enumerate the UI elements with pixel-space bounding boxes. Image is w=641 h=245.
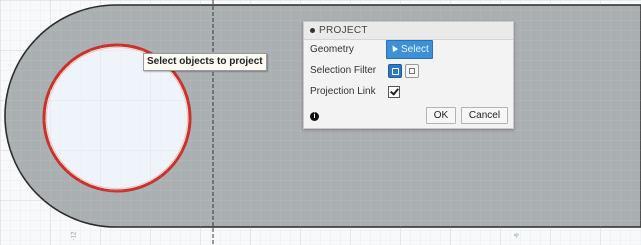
geometry-select-button[interactable]: Select — [386, 40, 433, 59]
dialog-title-bar[interactable]: PROJECT — [304, 22, 513, 40]
ruler-label: -6 — [514, 233, 521, 239]
selection-tooltip: Select objects to project — [143, 53, 267, 71]
project-dialog: PROJECT Geometry Select Selection Filter… — [303, 21, 514, 129]
filter-bodies-icon[interactable] — [405, 64, 419, 78]
ok-button[interactable]: OK — [426, 107, 456, 124]
ruler-label: -12 — [71, 231, 78, 241]
selection-filter-label: Selection Filter — [310, 65, 377, 76]
cursor-arrow-icon — [389, 43, 399, 53]
projection-link-label: Projection Link — [310, 86, 376, 97]
dialog-title: PROJECT — [319, 25, 368, 36]
select-button-label: Select — [401, 44, 429, 55]
info-icon[interactable]: i — [310, 112, 319, 121]
filter-specified-entities-icon[interactable] — [388, 64, 402, 78]
collapse-dot-icon[interactable] — [310, 28, 315, 33]
geometry-label: Geometry — [310, 44, 354, 55]
cancel-button[interactable]: Cancel — [461, 107, 508, 124]
design-canvas[interactable]: -12 -6 Select objects to project PROJECT… — [0, 0, 641, 245]
projection-link-checkbox[interactable] — [388, 86, 400, 98]
